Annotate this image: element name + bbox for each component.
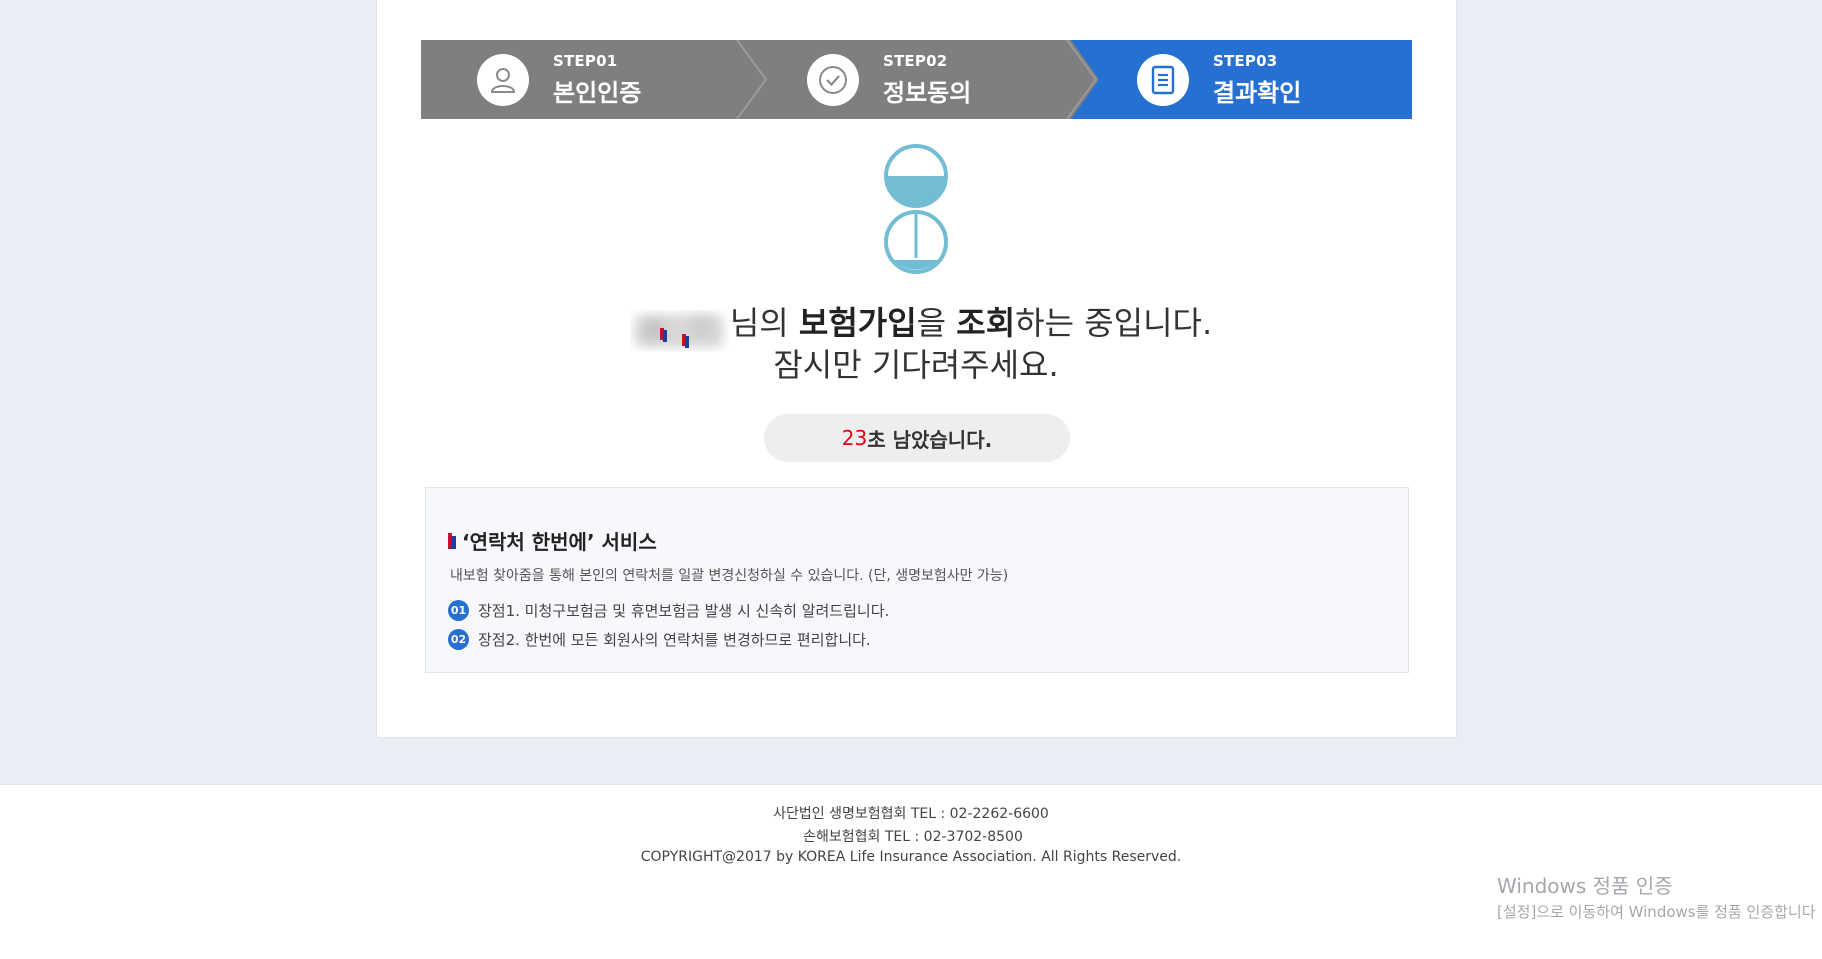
windows-activation-watermark: Windows 정품 인증 [설정]으로 이동하여 Windows를 정품 인증… xyxy=(1497,874,1816,921)
contact-service-box: ‘연락처 한번에’ 서비스 내보험 찾아줌을 통해 본인의 연락처를 일괄 변경… xyxy=(425,487,1409,673)
step-title: 결과확인 xyxy=(1213,78,1302,107)
document-icon xyxy=(1137,53,1189,106)
step-title: 본인인증 xyxy=(553,78,642,107)
status-message: 님의 보험가입을 조회하는 중입니다. 잠시만 기다려주세요. xyxy=(600,302,1232,386)
footer-life-association: 사단법인 생명보험협회 TEL : 02-2262-6600 xyxy=(773,806,1049,822)
user-icon xyxy=(477,53,529,106)
highlight-insurance: 보험가입 xyxy=(798,304,917,342)
hourglass-icon xyxy=(884,144,948,274)
masked-user-name xyxy=(630,302,730,352)
service-benefit-item: 01 장점1. 미청구보험금 및 휴면보험금 발생 시 신속히 알려드립니다. xyxy=(448,600,889,621)
countdown-badge: 23 초 남았습니다. xyxy=(764,414,1070,462)
step-2: STEP02 정보동의 xyxy=(807,40,971,119)
step-number: STEP03 xyxy=(1213,51,1278,70)
service-benefit-item: 02 장점2. 한번에 모든 회원사의 연락처를 변경하므로 편리합니다. xyxy=(448,629,871,650)
countdown-suffix: 초 남았습니다. xyxy=(867,427,993,452)
status-message-line1: 님의 보험가입을 조회하는 중입니다. xyxy=(600,302,1232,348)
highlight-lookup: 조회 xyxy=(956,304,1016,342)
number-badge: 01 xyxy=(448,600,469,621)
flag-bullet-icon xyxy=(448,532,456,549)
number-badge: 02 xyxy=(448,629,469,650)
step-3-active: STEP03 결과확인 xyxy=(1137,40,1301,119)
countdown-seconds: 23 xyxy=(841,426,868,450)
service-description: 내보험 찾아줌을 통해 본인의 연락처를 일괄 변경신청하실 수 있습니다. (… xyxy=(450,568,1009,584)
step-number: STEP02 xyxy=(883,51,948,70)
footer-nonlife-association: 손해보험협회 TEL : 02-3702-8500 xyxy=(803,829,1023,845)
step-number: STEP01 xyxy=(553,51,618,70)
footer-copyright: COPYRIGHT@2017 by KOREA Life Insurance A… xyxy=(640,849,1182,865)
step-title: 정보동의 xyxy=(883,78,972,107)
check-circle-icon xyxy=(807,53,859,106)
step-1: STEP01 본인인증 xyxy=(477,40,641,119)
service-title: ‘연락처 한번에’ 서비스 xyxy=(448,526,657,555)
step-progress-bar: STEP01 본인인증 STEP02 정보동의 STEP03 결과확인 xyxy=(421,40,1412,119)
